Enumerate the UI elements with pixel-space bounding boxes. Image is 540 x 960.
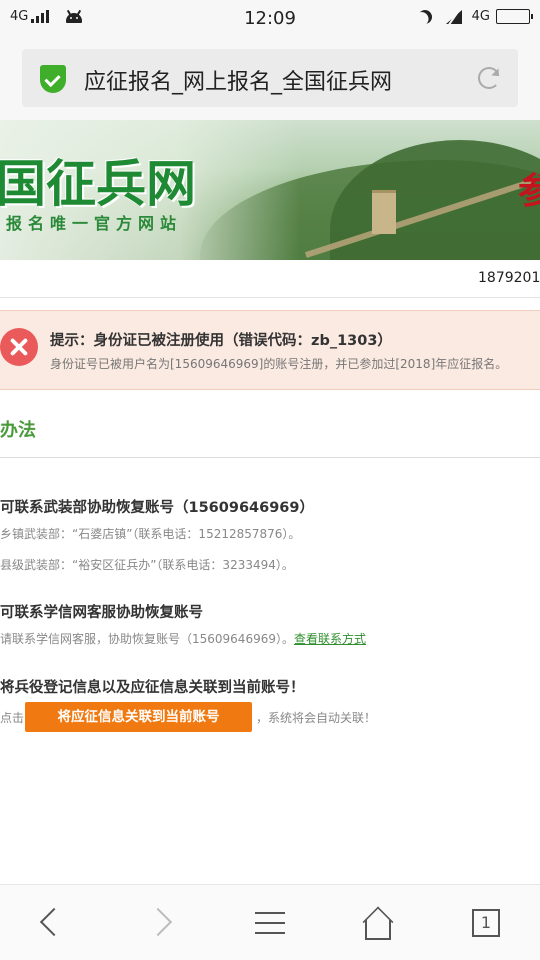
network-type-right: 4G <box>471 9 490 24</box>
site-slogan: 报名唯一官方网站 <box>6 214 183 233</box>
chevron-right-icon <box>143 907 173 937</box>
site-banner: 国征兵网 报名唯一官方网站 参 <box>0 120 540 260</box>
option-2-line: 请联系学信网客服，协助恢复账号（15609646969）。查看联系方式 <box>0 630 366 647</box>
battery-icon <box>496 9 533 24</box>
do-not-disturb-icon <box>415 7 434 26</box>
page-title: 应征报名_网上报名_全国征兵网 <box>84 70 393 95</box>
chevron-left-icon <box>39 907 69 937</box>
status-right: 4G <box>415 7 533 26</box>
tab-count: 1 <box>472 909 500 937</box>
banner-red-text: 参 <box>518 171 540 212</box>
address-bar[interactable]: 应征报名_网上报名_全国征兵网 <box>22 49 518 107</box>
option-2-text: 请联系学信网客服，协助恢复账号（15609646969）。 <box>0 632 294 646</box>
browser-toolbar: 应征报名_网上报名_全国征兵网 <box>0 38 540 120</box>
option-2-title: 可联系学信网客服协助恢复账号 <box>0 605 203 621</box>
user-bar: 18792019 <box>0 260 540 298</box>
username: 18792019 <box>478 270 540 286</box>
home-button[interactable] <box>358 903 398 943</box>
forward-button[interactable] <box>142 903 182 943</box>
option-1-title: 可联系武装部协助恢复账号（15609646969） <box>0 500 314 516</box>
option-1-line-2: 县级武装部：“裕安区征兵办”（联系电话：3233494）。 <box>0 558 294 572</box>
option-3-prefix: 点击 <box>0 711 25 725</box>
security-shield-icon <box>40 65 66 93</box>
menu-button[interactable] <box>250 903 290 943</box>
option-3-suffix: ，系统将会自动关联！ <box>256 711 377 725</box>
status-bar: 4G 12:09 4G <box>0 0 540 38</box>
banner-mountain <box>330 140 540 260</box>
browser-bottom-nav: 1 <box>0 884 540 960</box>
error-icon <box>0 328 38 366</box>
reload-icon[interactable] <box>478 67 500 89</box>
tabs-button[interactable]: 1 <box>466 903 506 943</box>
error-title: 提示：身份证已被注册使用（错误代码：zb_1303） <box>50 333 392 349</box>
option-3-title: 将兵役登记信息以及应征信息关联到当前账号！ <box>0 680 305 696</box>
error-detail: 身份证号已被用户名为[15609646969]的账号注册，并已参加过[2018]… <box>50 357 508 371</box>
link-account-button[interactable]: 将应征信息关联到当前账号 <box>25 702 252 732</box>
back-button[interactable] <box>32 903 72 943</box>
site-logo-text: 国征兵网 <box>0 155 196 213</box>
contact-link[interactable]: 查看联系方式 <box>294 632 366 646</box>
no-signal-icon <box>445 9 462 25</box>
great-wall-tower <box>372 190 396 234</box>
divider <box>0 457 540 458</box>
option-1-line-1: 乡镇武装部：“石婆店镇”（联系电话：15212857876）。 <box>0 527 301 541</box>
error-alert: 提示：身份证已被注册使用（错误代码：zb_1303） 身份证号已被用户名为[15… <box>0 310 540 390</box>
section-heading: 办法 <box>0 420 36 441</box>
